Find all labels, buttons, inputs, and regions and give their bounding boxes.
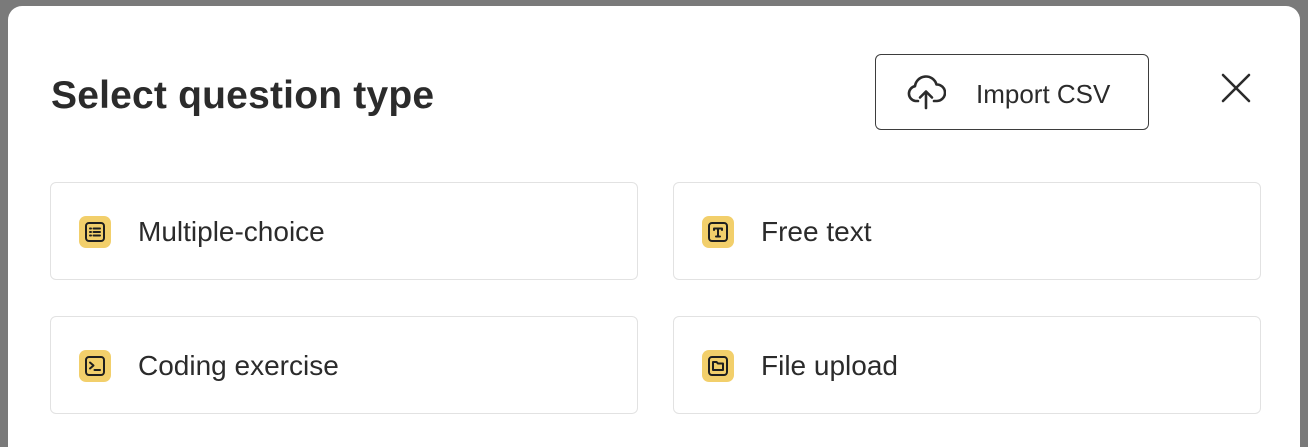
list-icon	[85, 222, 105, 242]
question-type-label: Free text	[761, 216, 872, 247]
question-type-multiple-choice[interactable]: Multiple-choice	[50, 182, 638, 280]
terminal-icon	[85, 356, 105, 376]
cloud-upload-icon	[907, 75, 946, 110]
close-button[interactable]	[1214, 66, 1258, 110]
select-question-type-dialog: Select question type Import CSV Multiple…	[8, 6, 1300, 447]
badge	[702, 216, 734, 248]
question-type-coding-exercise[interactable]: Coding exercise	[50, 316, 638, 414]
question-type-label: Coding exercise	[138, 350, 339, 381]
badge	[79, 216, 111, 248]
question-type-free-text[interactable]: Free text	[673, 182, 1261, 280]
text-t-icon	[708, 222, 728, 242]
folder-icon	[708, 356, 728, 376]
question-type-label: Multiple-choice	[138, 216, 325, 247]
import-csv-button[interactable]: Import CSV	[875, 54, 1149, 130]
question-type-label: File upload	[761, 350, 898, 381]
badge	[79, 350, 111, 382]
import-csv-label: Import CSV	[976, 79, 1111, 109]
dialog-title: Select question type	[51, 74, 435, 117]
close-icon	[1221, 73, 1251, 103]
question-type-file-upload[interactable]: File upload	[673, 316, 1261, 414]
badge	[702, 350, 734, 382]
